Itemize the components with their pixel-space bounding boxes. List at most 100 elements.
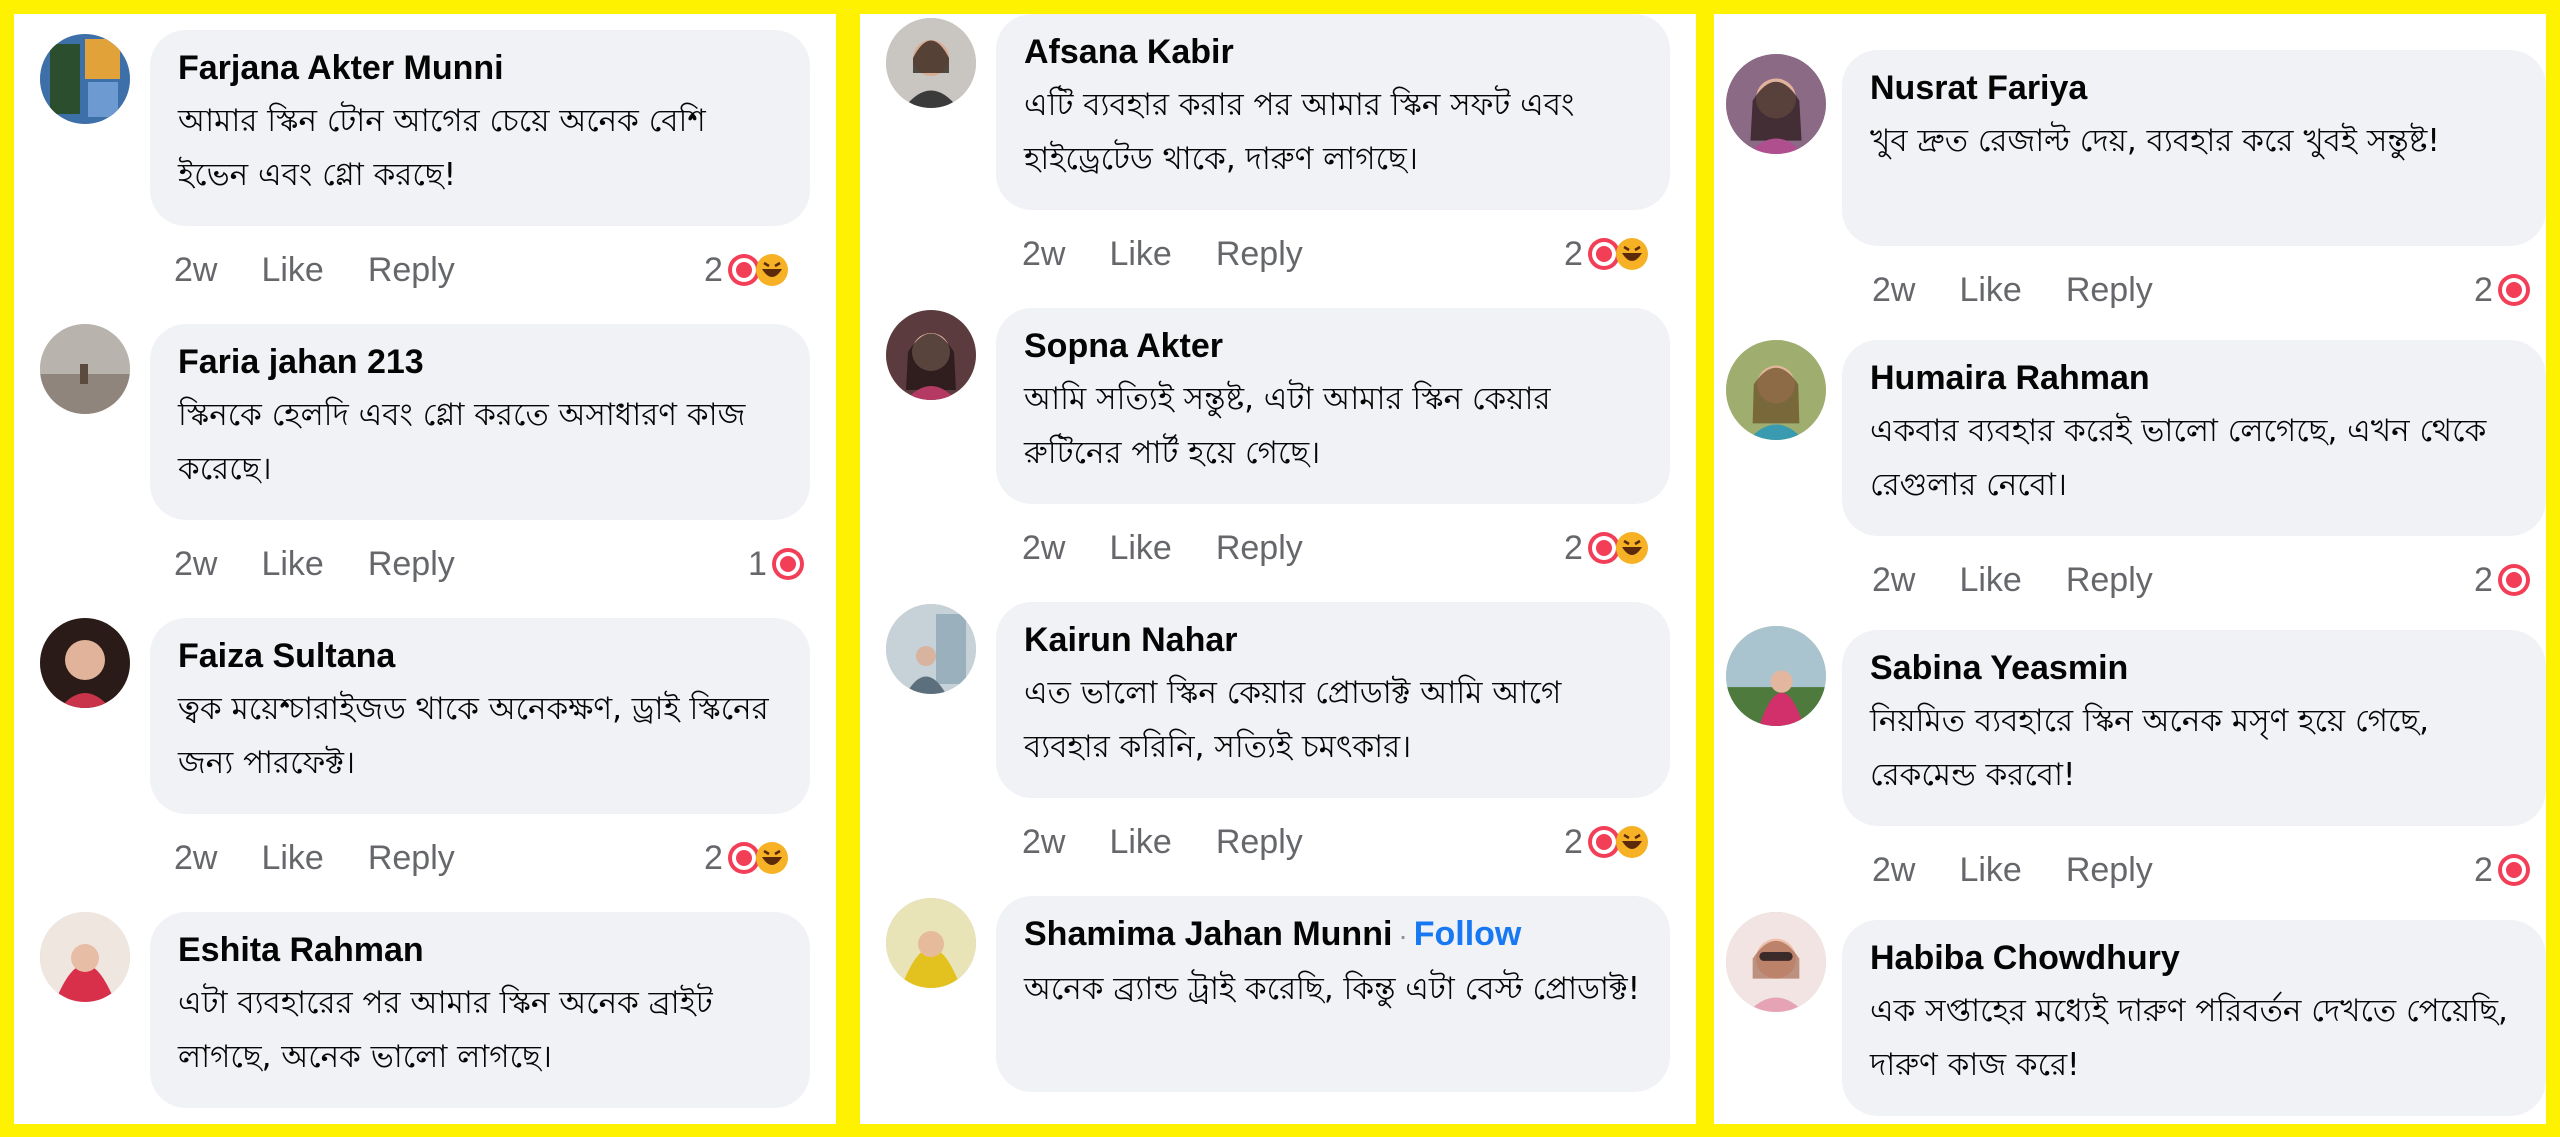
avatar[interactable]	[1726, 340, 1826, 440]
avatar[interactable]	[1726, 912, 1826, 1012]
like-button[interactable]: Like	[1109, 822, 1171, 862]
follow-button[interactable]: Follow	[1414, 915, 1522, 953]
comment-bubble: Eshita Rahman এটা ব্যবহারের পর আমার স্কি…	[150, 912, 810, 1108]
comment-time[interactable]: 2w	[174, 250, 217, 290]
avatar[interactable]	[886, 898, 976, 988]
comment-time[interactable]: 2w	[1872, 560, 1915, 600]
reaction-count: 2	[2474, 271, 2493, 309]
comment-time[interactable]: 2w	[1022, 234, 1065, 274]
comment-text: এত ভালো স্কিন কেয়ার প্রোডাক্ট আমি আগে ব…	[1024, 675, 1562, 765]
comment-panel-3: Nusrat Fariya খুব দ্রুত রেজাল্ট দেয়, ব্…	[1714, 14, 2546, 1124]
comment-actions: 2w Like Reply	[174, 544, 499, 584]
reaction-summary[interactable]: 2	[2474, 270, 2531, 310]
comment-bubble: Kairun Nahar এত ভালো স্কিন কেয়ার প্রোডা…	[996, 602, 1670, 798]
reply-button[interactable]: Reply	[1216, 822, 1303, 862]
comment-text: এটা ব্যবহারের পর আমার স্কিন অনেক ব্রাইট …	[178, 985, 713, 1075]
reaction-count: 2	[2474, 851, 2493, 889]
comment-time[interactable]: 2w	[1022, 528, 1065, 568]
reaction-summary[interactable]: 2	[2474, 560, 2531, 600]
comment-bubble: Afsana Kabir এটি ব্যবহার করার পর আমার স্…	[996, 14, 1670, 210]
comment-actions: 2w Like Reply	[1022, 528, 1347, 568]
comment-text: একবার ব্যবহার করেই ভালো লেগেছে, এখন থেকে…	[1870, 413, 2487, 503]
reaction-summary[interactable]: 2	[1564, 822, 1649, 862]
reaction-summary[interactable]: 1	[748, 544, 805, 584]
reaction-summary[interactable]: 2	[704, 250, 789, 290]
avatar[interactable]	[1726, 54, 1826, 154]
comment-bubble: Humaira Rahman একবার ব্যবহার করেই ভালো ল…	[1842, 340, 2546, 536]
comment-actions: 2w Like Reply	[1022, 822, 1347, 862]
like-button[interactable]: Like	[261, 544, 323, 584]
comment-text: ত্বক ময়েশ্চারাইজড থাকে অনেকক্ষণ, ড্রাই …	[178, 691, 769, 781]
avatar[interactable]	[40, 324, 130, 414]
reply-button[interactable]: Reply	[2066, 850, 2153, 890]
love-icon	[2497, 853, 2531, 887]
commenter-name[interactable]: Humaira Rahman	[1870, 356, 2518, 400]
like-button[interactable]: Like	[1959, 560, 2021, 600]
commenter-name-text[interactable]: Shamima Jahan Munni	[1024, 915, 1392, 953]
comment-time[interactable]: 2w	[174, 838, 217, 878]
comment-actions: 2w Like Reply	[1872, 850, 2197, 890]
like-button[interactable]: Like	[261, 838, 323, 878]
avatar[interactable]	[886, 310, 976, 400]
commenter-name[interactable]: Faiza Sultana	[178, 634, 782, 678]
like-button[interactable]: Like	[261, 250, 323, 290]
like-button[interactable]: Like	[1959, 270, 2021, 310]
commenter-name[interactable]: Sopna Akter	[1024, 324, 1642, 368]
reaction-summary[interactable]: 2	[2474, 850, 2531, 890]
reaction-count: 2	[1564, 823, 1583, 861]
reaction-summary[interactable]: 2	[1564, 528, 1649, 568]
comment-actions: 2w Like Reply	[1872, 560, 2197, 600]
avatar[interactable]	[40, 34, 130, 124]
commenter-name[interactable]: Faria jahan 213	[178, 340, 782, 384]
like-button[interactable]: Like	[1109, 528, 1171, 568]
reaction-summary[interactable]: 2	[704, 838, 789, 878]
avatar[interactable]	[1726, 626, 1826, 726]
commenter-name[interactable]: Eshita Rahman	[178, 928, 782, 972]
follow-separator: ·	[1398, 920, 1408, 951]
reaction-count: 2	[704, 251, 723, 289]
comment-time[interactable]: 2w	[1872, 850, 1915, 890]
haha-icon	[755, 253, 789, 287]
comment-time[interactable]: 2w	[1022, 822, 1065, 862]
comment-actions: 2w Like Reply	[1872, 270, 2197, 310]
commenter-name[interactable]: Kairun Nahar	[1024, 618, 1642, 662]
avatar[interactable]	[886, 18, 976, 108]
love-icon	[2497, 273, 2531, 307]
like-button[interactable]: Like	[1959, 850, 2021, 890]
commenter-name[interactable]: Nusrat Fariya	[1870, 66, 2518, 110]
reply-button[interactable]: Reply	[368, 544, 455, 584]
commenter-name[interactable]: Afsana Kabir	[1024, 30, 1642, 74]
avatar[interactable]	[40, 618, 130, 708]
comment-text: আমি সত্যিই সন্তুষ্ট, এটা আমার স্কিন কেয়…	[1024, 381, 1551, 471]
comment-bubble: Faria jahan 213 স্কিনকে হেলদি এবং গ্লো ক…	[150, 324, 810, 520]
reply-button[interactable]: Reply	[368, 838, 455, 878]
comment-text: খুব দ্রুত রেজাল্ট দেয়, ব্যবহার করে খুবই…	[1870, 123, 2440, 159]
like-button[interactable]: Like	[1109, 234, 1171, 274]
comment-time[interactable]: 2w	[174, 544, 217, 584]
comment-bubble: Sabina Yeasmin নিয়মিত ব্যবহারে স্কিন অন…	[1842, 630, 2546, 826]
haha-icon	[1615, 531, 1649, 565]
avatar[interactable]	[886, 604, 976, 694]
reply-button[interactable]: Reply	[368, 250, 455, 290]
reply-button[interactable]: Reply	[1216, 528, 1303, 568]
haha-icon	[1615, 825, 1649, 859]
commenter-name[interactable]: Sabina Yeasmin	[1870, 646, 2518, 690]
comment-bubble: Habiba Chowdhury এক সপ্তাহের মধ্যেই দারু…	[1842, 920, 2546, 1116]
comment-bubble: Sopna Akter আমি সত্যিই সন্তুষ্ট, এটা আমা…	[996, 308, 1670, 504]
commenter-name[interactable]: Habiba Chowdhury	[1870, 936, 2518, 980]
comment-bubble: Shamima Jahan Munni · Follow অনেক ব্র্যান্…	[996, 896, 1670, 1092]
commenter-name[interactable]: Farjana Akter Munni	[178, 46, 782, 90]
reaction-count: 1	[748, 545, 767, 583]
avatar[interactable]	[40, 912, 130, 1002]
haha-icon	[1615, 237, 1649, 271]
commenter-name: Shamima Jahan Munni · Follow	[1024, 912, 1642, 958]
reaction-count: 2	[704, 839, 723, 877]
reply-button[interactable]: Reply	[2066, 270, 2153, 310]
comment-actions: 2w Like Reply	[174, 250, 499, 290]
reply-button[interactable]: Reply	[1216, 234, 1303, 274]
comment-text: এটি ব্যবহার করার পর আমার স্কিন সফট এবং হ…	[1024, 87, 1575, 177]
comment-text: এক সপ্তাহের মধ্যেই দারুণ পরিবর্তন দেখতে …	[1870, 993, 2508, 1083]
comment-time[interactable]: 2w	[1872, 270, 1915, 310]
reaction-summary[interactable]: 2	[1564, 234, 1649, 274]
reply-button[interactable]: Reply	[2066, 560, 2153, 600]
